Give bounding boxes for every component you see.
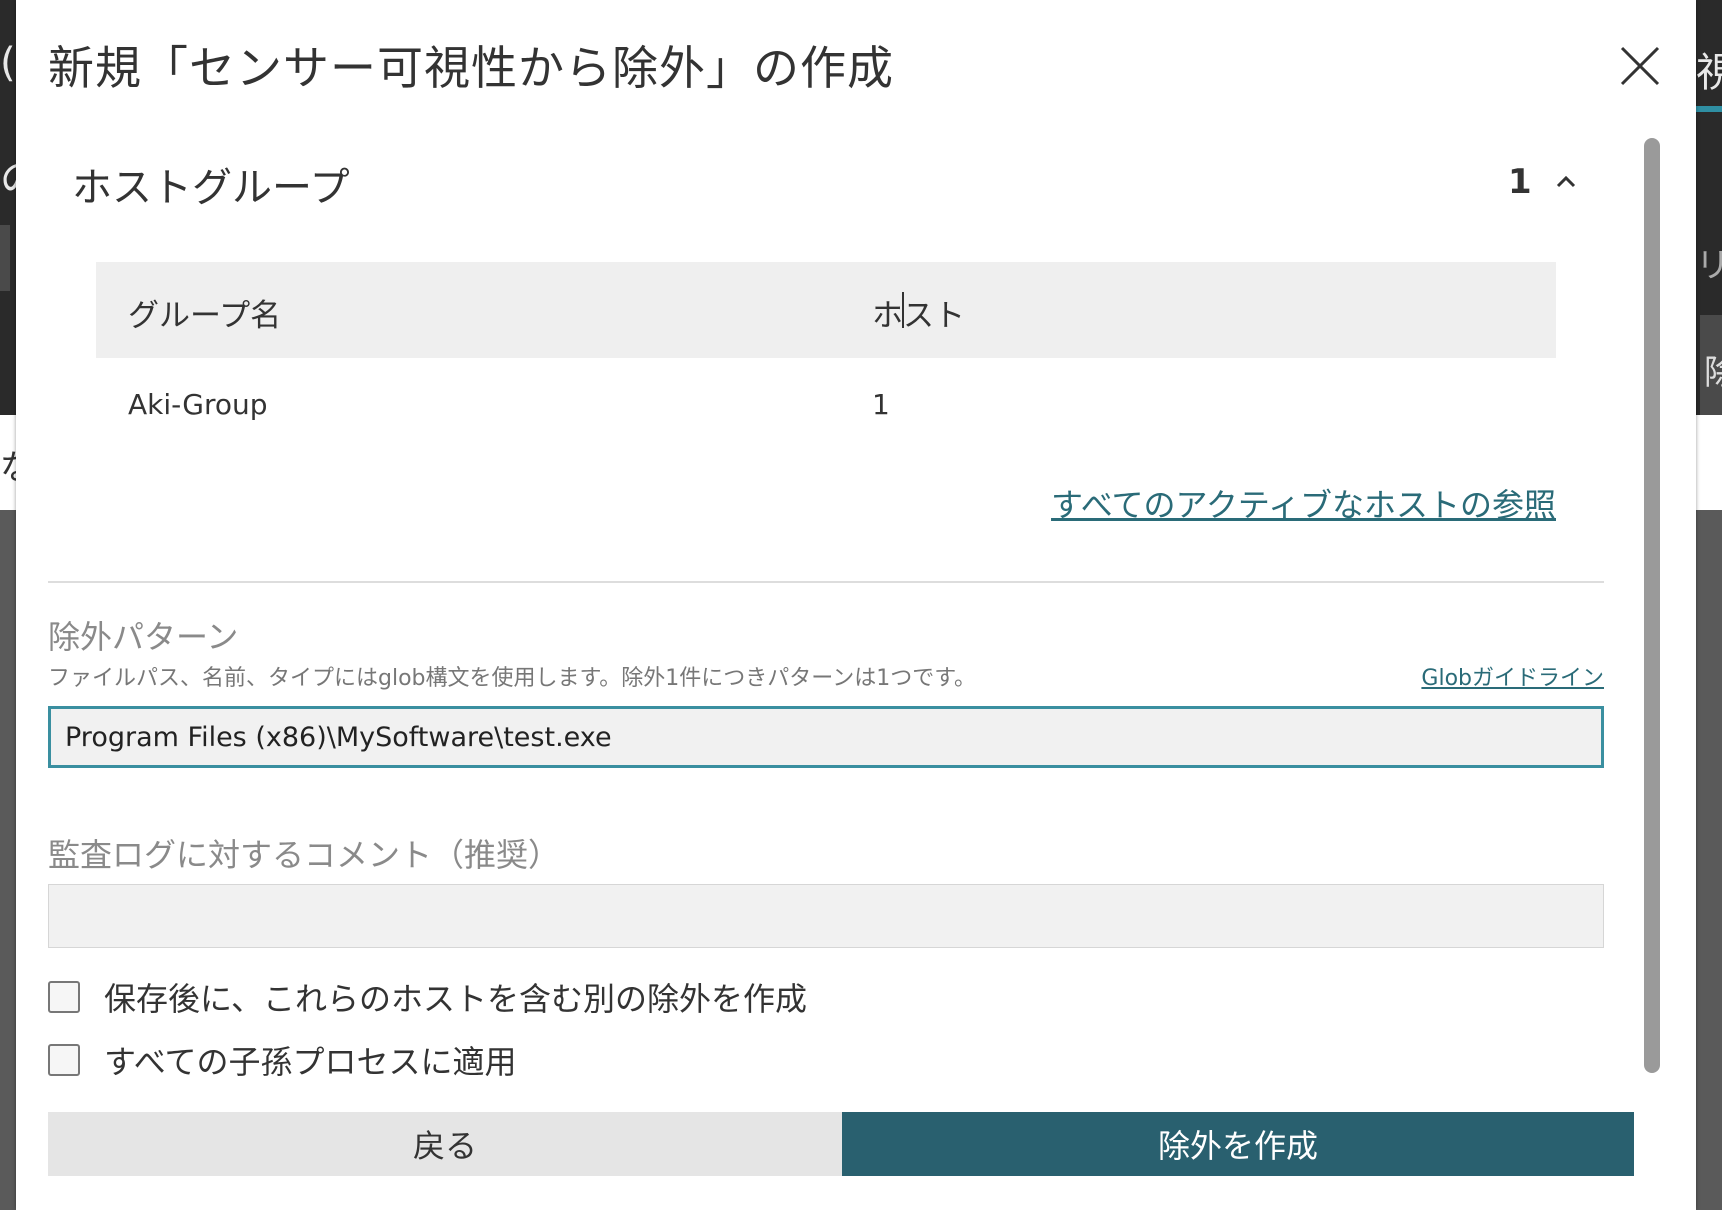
host-group-count: 1 <box>1508 162 1532 202</box>
create-exclusion-button[interactable]: 除外を作成 <box>842 1112 1634 1176</box>
column-header-hosts[interactable]: ホスト <box>872 290 965 335</box>
background-text-fragment: ( <box>0 40 16 86</box>
section-divider <box>48 581 1604 583</box>
table-header: グループ名 ホスト <box>96 262 1556 358</box>
create-exclusion-dialog: 新規「センサー可視性から除外」の作成 ホストグループ 1 グループ名 ホスト A… <box>16 0 1696 1210</box>
column-header-group-name[interactable]: グループ名 <box>128 290 281 335</box>
background-text-fragment: な <box>0 440 16 489</box>
apply-to-descendants-checkbox[interactable] <box>48 1044 80 1076</box>
host-group-section-title: ホストグループ <box>72 165 350 211</box>
background-active-tab-indicator <box>1696 106 1722 112</box>
exclusion-pattern-input[interactable] <box>48 706 1604 768</box>
background-text-fragment: 除 <box>1704 353 1722 393</box>
table-row: Aki-Group 1 <box>96 358 1556 458</box>
create-another-label: 保存後に、これらのホストを含む別の除外を作成 <box>104 980 808 1018</box>
scrollbar-thumb[interactable] <box>1644 138 1660 1073</box>
scrollbar[interactable] <box>1644 138 1660 1073</box>
chevron-up-icon <box>1556 175 1576 188</box>
glob-guideline-link[interactable]: Globガイドライン <box>1421 660 1604 692</box>
view-all-active-hosts-link[interactable]: すべてのアクティブなホストの参照 <box>1051 480 1556 526</box>
background-text-fragment: 視性 <box>1696 50 1722 96</box>
host-count-cell: 1 <box>872 388 890 421</box>
background-text-fragment: リフ <box>1696 246 1722 286</box>
apply-to-descendants-option[interactable]: すべての子孫プロセスに適用 <box>48 1040 517 1081</box>
background-text-fragment: の <box>0 146 16 204</box>
group-name-cell: Aki-Group <box>128 388 268 421</box>
back-button[interactable]: 戻る <box>48 1112 842 1176</box>
exclusion-pattern-help: ファイルパス、名前、タイプにはglob構文を使用します。除外1件につきパターンは… <box>48 666 976 691</box>
exclusion-pattern-label: 除外パターン <box>48 618 239 656</box>
audit-comment-label: 監査ログに対するコメント（推奨） <box>48 836 561 874</box>
create-another-checkbox[interactable] <box>48 981 80 1013</box>
background-tab-left <box>0 225 10 291</box>
close-button[interactable] <box>1610 36 1670 96</box>
audit-comment-input[interactable] <box>48 884 1604 948</box>
apply-to-descendants-label: すべての子孫プロセスに適用 <box>104 1043 517 1081</box>
host-group-table: グループ名 ホスト Aki-Group 1 <box>96 262 1556 458</box>
dialog-title: 新規「センサー可視性から除外」の作成 <box>48 41 894 95</box>
close-icon <box>1620 46 1660 86</box>
create-another-exclusion-option[interactable]: 保存後に、これらのホストを含む別の除外を作成 <box>48 977 808 1018</box>
collapse-button[interactable] <box>1546 162 1586 202</box>
